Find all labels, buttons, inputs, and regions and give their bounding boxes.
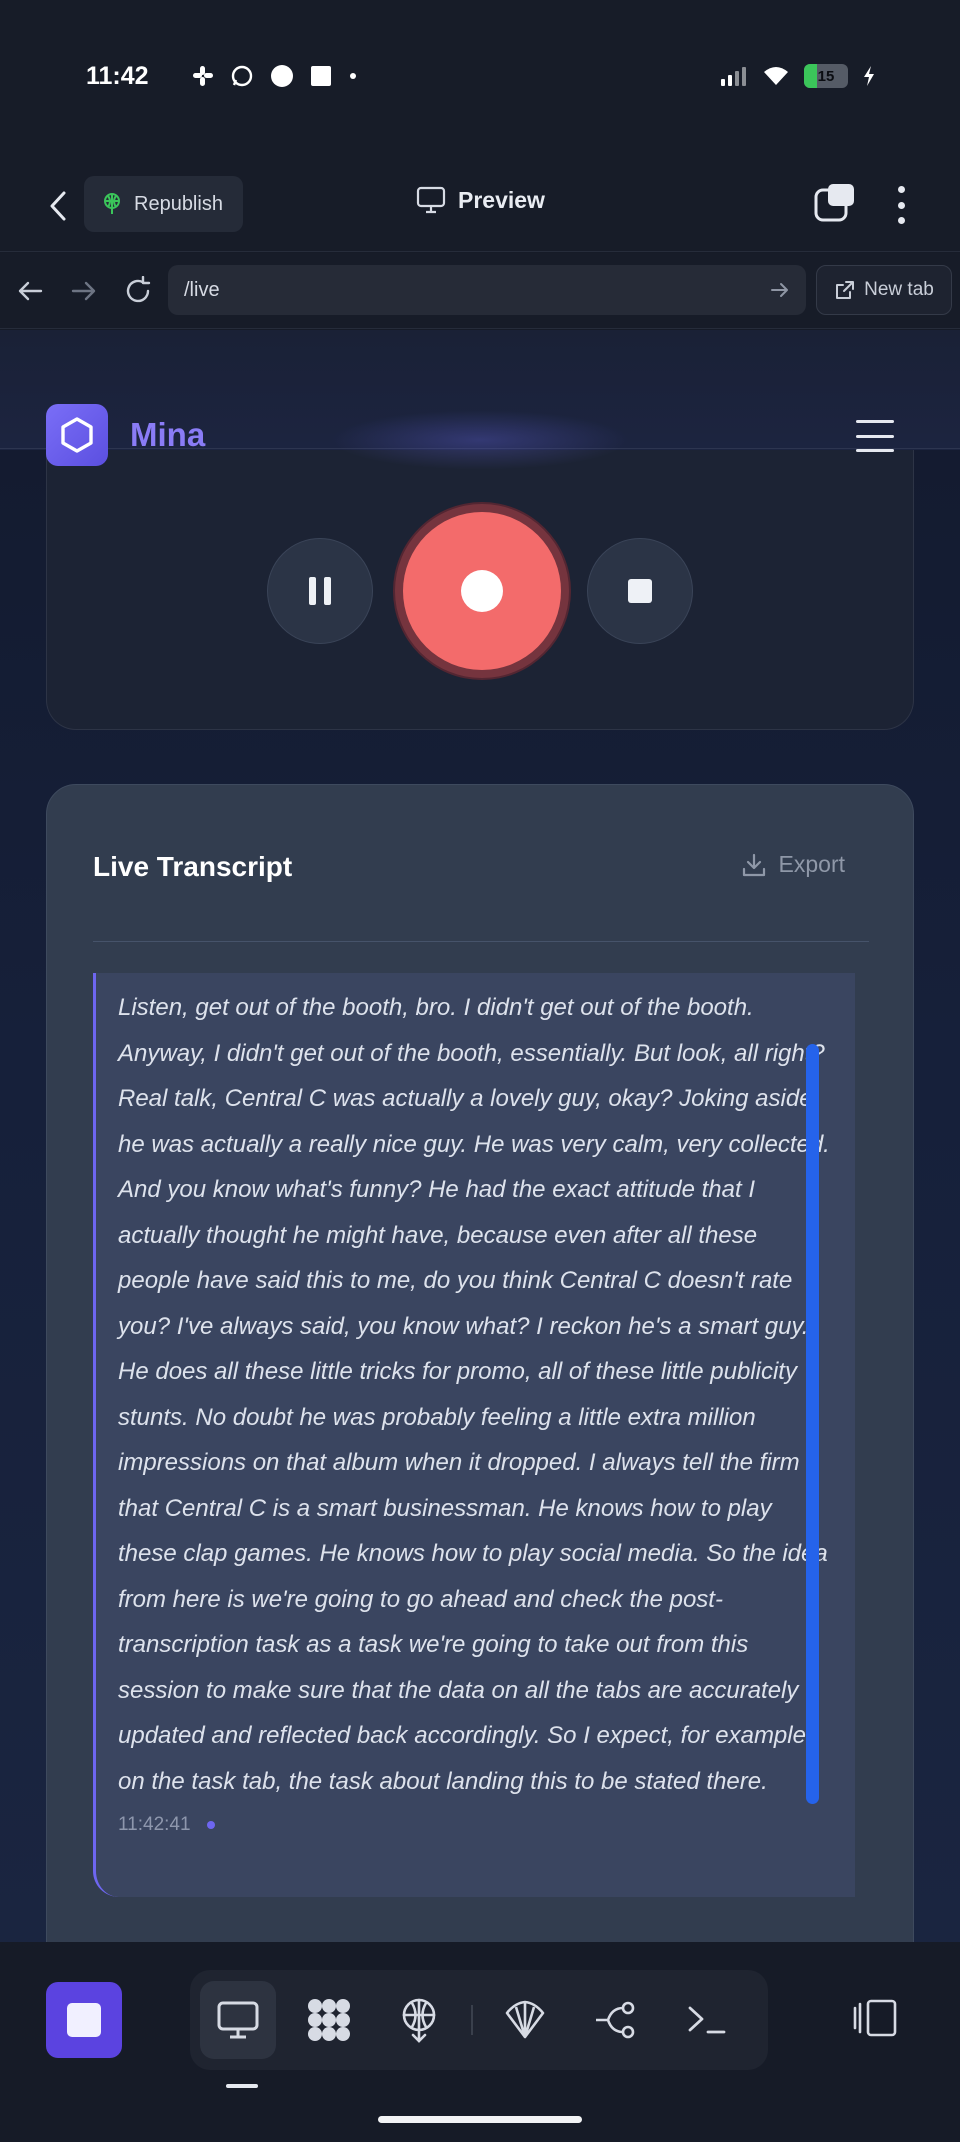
tool-dock (190, 1970, 768, 2070)
external-link-icon (836, 281, 855, 299)
stop-icon (628, 579, 652, 603)
system-icons: 15 (720, 64, 876, 88)
republish-icon (104, 193, 120, 214)
arrow-right-icon (71, 281, 96, 301)
more-options-icon[interactable] (886, 182, 916, 228)
dock-shell-button[interactable] (487, 1981, 563, 2059)
square-icon (311, 66, 331, 86)
back-button[interactable] (38, 184, 78, 228)
segment-meta: 11:42:41 (118, 1814, 835, 1836)
dock-deploy-button[interactable] (381, 1981, 457, 2059)
app-preview: Mina Live Transcript Export Listen, get … (0, 330, 960, 1942)
export-button[interactable]: Export (741, 851, 845, 878)
monitor-icon (217, 2001, 259, 2039)
transcript-card: Live Transcript Export Listen, get out o… (46, 784, 914, 1942)
pause-icon (309, 577, 331, 605)
globe-deploy-icon (402, 1998, 436, 2043)
stop-button[interactable] (587, 538, 693, 644)
dot-icon (350, 73, 356, 79)
hexagon-icon (61, 417, 93, 453)
browser-back-button[interactable] (12, 273, 48, 309)
charging-icon (864, 66, 874, 86)
record-dot-icon (461, 570, 503, 612)
new-tab-button[interactable]: New tab (816, 265, 952, 315)
url-input[interactable]: /live (168, 265, 806, 315)
pause-button[interactable] (267, 538, 373, 644)
editor-toolbar: Republish Preview (0, 160, 960, 252)
preview-toggle[interactable]: Preview (416, 186, 545, 214)
download-icon (742, 853, 765, 876)
live-dot-icon (206, 1821, 215, 1829)
recorder-card (46, 440, 914, 730)
chevron-left-icon (50, 191, 66, 221)
dock-workflow-button[interactable] (577, 1981, 653, 2059)
active-tab-indicator (226, 2084, 258, 2088)
republish-label: Republish (134, 192, 223, 215)
dock-separator (471, 2005, 473, 2035)
go-arrow-icon[interactable] (770, 281, 790, 299)
reload-button[interactable] (120, 273, 156, 309)
battery-icon: 15 (804, 64, 848, 88)
export-label: Export (778, 851, 845, 877)
grid-icon (307, 1999, 350, 2041)
segment-timestamp: 11:42:41 (118, 1814, 191, 1835)
preview-label: Preview (458, 186, 545, 213)
segment-text: Listen, get out of the booth, bro. I did… (118, 994, 830, 1795)
url-text: /live (184, 278, 220, 301)
transcript-scrollbar[interactable] (806, 1044, 819, 1804)
browser-forward-button[interactable] (66, 273, 102, 309)
monitor-icon (416, 186, 446, 214)
dock-apps-button[interactable] (290, 1981, 366, 2059)
status-time: 11:42 (86, 62, 149, 90)
circle-icon (271, 65, 293, 87)
reload-icon (126, 276, 151, 303)
wifi-icon (764, 67, 788, 85)
dock-preview-button[interactable] (200, 1981, 277, 2059)
dock-console-button[interactable] (668, 1981, 744, 2059)
republish-button[interactable]: Republish (84, 176, 243, 232)
app-logo[interactable] (46, 404, 108, 466)
bottom-toolbar (0, 1942, 960, 2142)
battery-level: 15 (817, 67, 835, 85)
menu-icon[interactable] (856, 420, 894, 452)
browser-url-bar: /live New tab (0, 253, 960, 329)
status-bar: 11:42 15 (0, 0, 960, 160)
signal-icon (721, 67, 746, 86)
stop-session-button[interactable] (46, 1982, 122, 2058)
transcript-segment: Listen, get out of the booth, bro. I did… (93, 973, 855, 1897)
workflow-icon (595, 2001, 634, 2039)
home-indicator[interactable] (378, 2116, 582, 2123)
brand-name: Mina (130, 416, 206, 453)
arrow-left-icon (18, 281, 43, 301)
transcript-divider (93, 941, 869, 942)
notification-icons (192, 64, 358, 88)
whatsapp-icon (231, 65, 253, 87)
record-button[interactable] (403, 512, 561, 670)
new-tab-label: New tab (864, 279, 934, 300)
stop-square-icon (67, 2003, 101, 2037)
tabs-icon[interactable] (814, 182, 856, 224)
slack-icon (193, 66, 213, 86)
terminal-icon (688, 2006, 726, 2034)
panel-toggle-icon[interactable] (852, 1998, 898, 2038)
shell-icon (505, 2000, 545, 2039)
transcript-title: Live Transcript (93, 851, 293, 882)
